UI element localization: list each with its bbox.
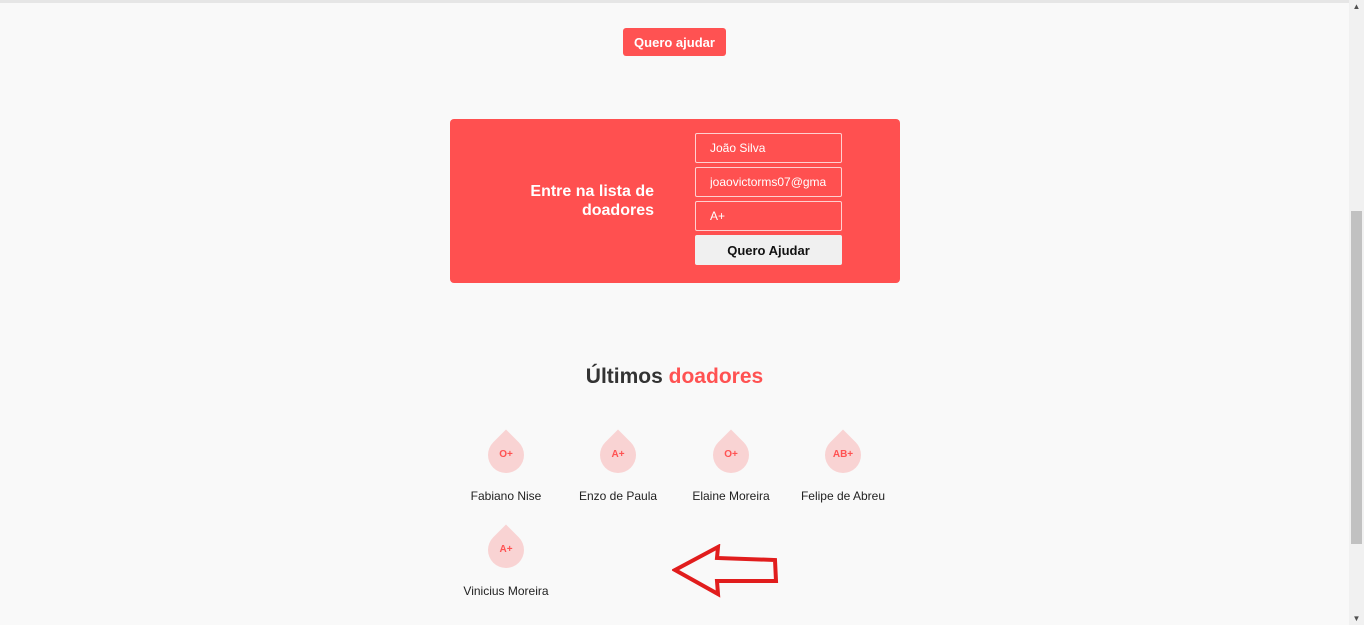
donor-card: A+ Enzo de Paula <box>553 429 683 503</box>
donor-card: A+ Vinicius Moreira <box>441 524 571 598</box>
submit-help-button[interactable]: Quero Ajudar <box>695 235 842 265</box>
donor-card: O+ Elaine Moreira <box>666 429 796 503</box>
title-prefix: Últimos <box>585 365 663 388</box>
top-border <box>0 0 1349 3</box>
donor-card: AB+ Felipe de Abreu <box>778 429 908 503</box>
donor-card: O+ Fabiano Nise <box>441 429 571 503</box>
scroll-down-icon[interactable]: ▼ <box>1352 614 1361 623</box>
blood-type-label: O+ <box>499 449 513 460</box>
blood-type-label: A+ <box>611 449 625 460</box>
donor-name: Elaine Moreira <box>692 489 770 503</box>
name-input[interactable] <box>695 133 842 163</box>
donor-name: Felipe de Abreu <box>800 489 886 503</box>
latest-donors-title: Últimos doadores <box>0 365 1349 389</box>
email-input[interactable] <box>695 167 842 197</box>
blood-type-label: O+ <box>724 449 738 460</box>
signup-title: Entre na lista de doadores <box>530 183 654 219</box>
blood-drop-icon: AB+ <box>817 429 869 481</box>
vertical-scrollbar[interactable]: ▲ ▼ <box>1349 0 1364 625</box>
left-arrow-icon <box>672 544 779 598</box>
scroll-up-icon[interactable]: ▲ <box>1352 2 1361 11</box>
blood-drop-icon: A+ <box>480 524 532 576</box>
donor-name: Vinicius Moreira <box>463 584 549 598</box>
blood-type-input[interactable] <box>695 201 842 231</box>
donor-signup-form: Entre na lista de doadores Quero Ajudar <box>450 119 900 283</box>
blood-type-label: A+ <box>499 544 513 555</box>
blood-drop-icon: O+ <box>480 429 532 481</box>
donor-name: Enzo de Paula <box>578 489 658 503</box>
donor-name: Fabiano Nise <box>470 489 542 503</box>
blood-type-label: AB+ <box>832 449 854 460</box>
blood-drop-icon: O+ <box>705 429 757 481</box>
help-button[interactable]: Quero ajudar <box>623 28 726 56</box>
blood-drop-icon: A+ <box>592 429 644 481</box>
scroll-thumb[interactable] <box>1351 211 1362 544</box>
title-accent: doadores <box>668 365 764 388</box>
